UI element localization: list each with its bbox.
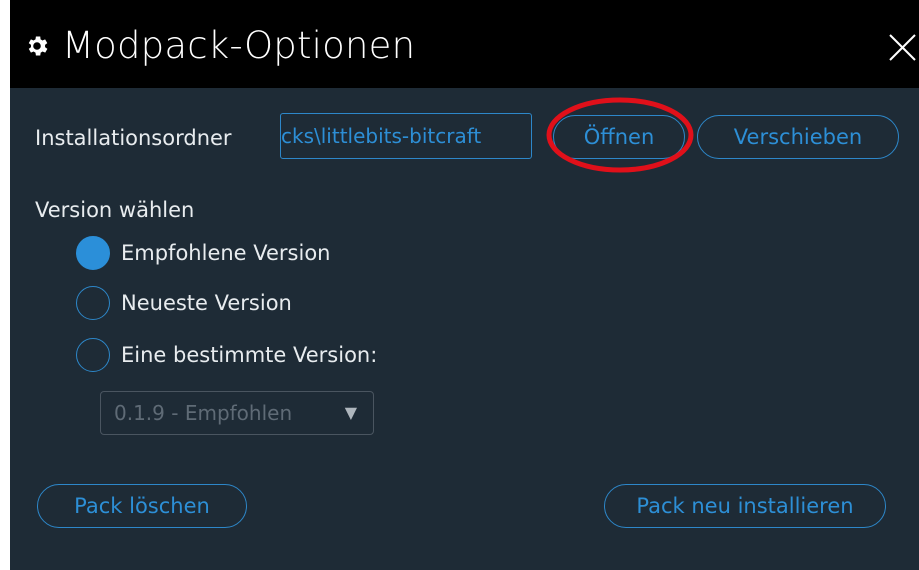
version-select: 0.1.9 - Empfohlen ▼ <box>100 391 374 435</box>
version-select-value: 0.1.9 - Empfohlen <box>114 401 293 425</box>
dropdown-arrow-icon: ▼ <box>344 403 357 422</box>
gear-icon <box>28 36 48 56</box>
delete-pack-button[interactable]: Pack löschen <box>37 484 247 528</box>
open-button[interactable]: Öffnen <box>553 115 685 159</box>
radio-label-specific: Eine bestimmte Version: <box>121 343 378 367</box>
title-bar: Modpack-Optionen <box>10 0 919 88</box>
move-button[interactable]: Verschieben <box>697 115 899 159</box>
radio-button-checked[interactable] <box>76 236 110 270</box>
dialog-title: Modpack-Optionen <box>62 24 416 67</box>
move-button-label: Verschieben <box>733 125 863 149</box>
radio-label-latest: Neueste Version <box>121 291 292 315</box>
close-icon[interactable] <box>885 27 919 67</box>
reinstall-pack-label: Pack neu installieren <box>636 494 854 518</box>
modpack-options-dialog: Modpack-Optionen Installationsordner cks… <box>10 0 919 570</box>
version-heading: Version wählen <box>35 198 195 222</box>
install-folder-path-field[interactable]: cks\littlebits-bitcraft <box>280 113 532 159</box>
reinstall-pack-button[interactable]: Pack neu installieren <box>604 484 886 528</box>
radio-label-recommended: Empfohlene Version <box>121 241 331 265</box>
radio-button[interactable] <box>76 338 110 372</box>
radio-button[interactable] <box>76 286 110 320</box>
delete-pack-label: Pack löschen <box>74 494 210 518</box>
open-button-label: Öffnen <box>583 125 655 149</box>
install-folder-label: Installationsordner <box>35 126 232 150</box>
install-folder-path-value: cks\littlebits-bitcraft <box>281 124 482 148</box>
